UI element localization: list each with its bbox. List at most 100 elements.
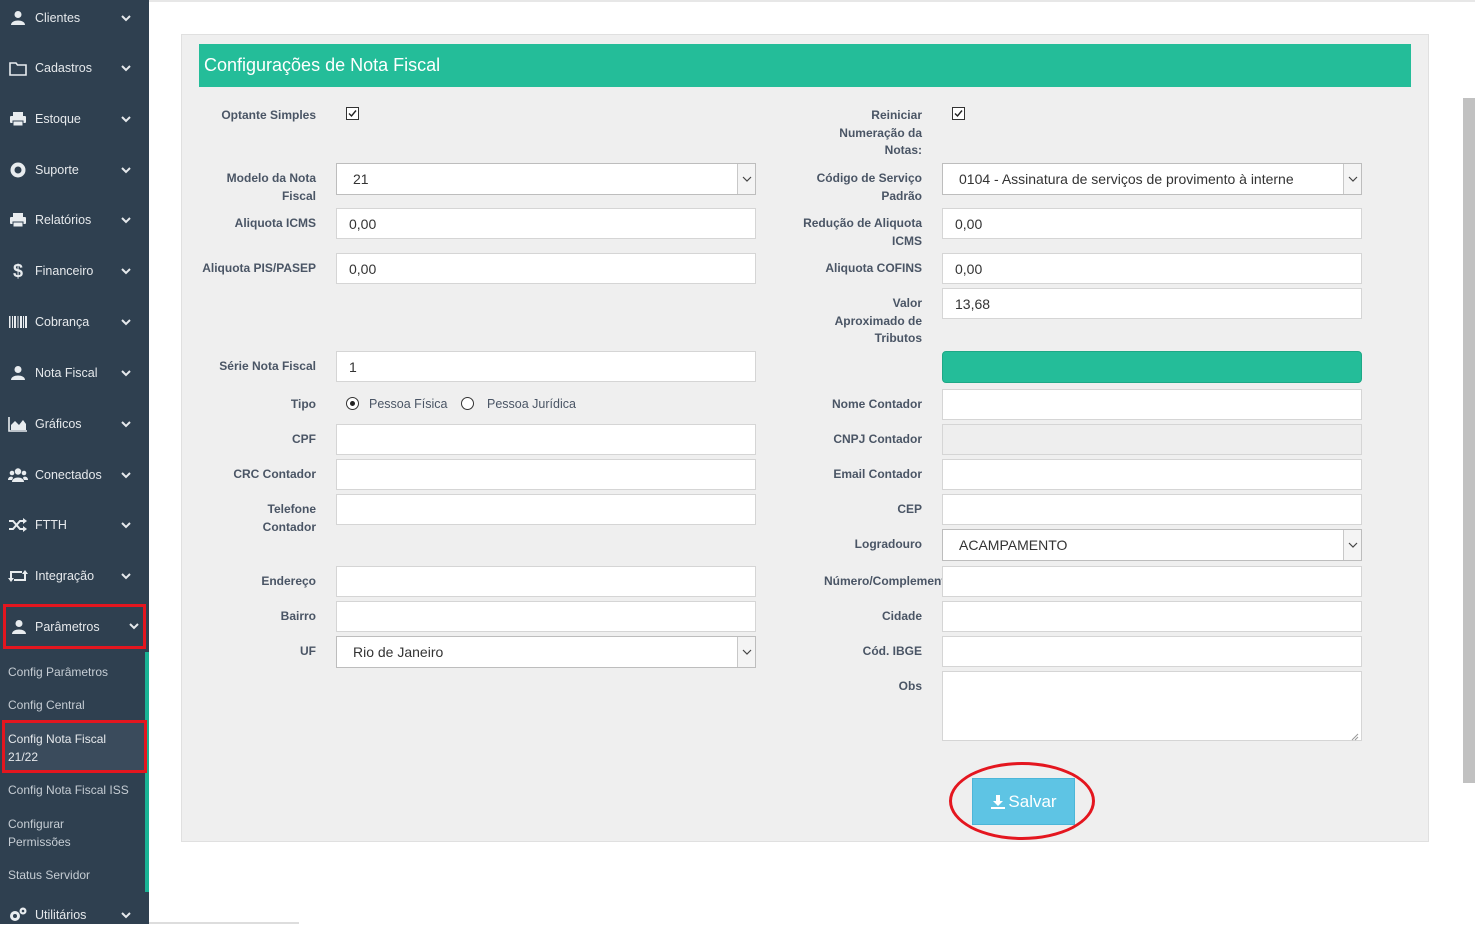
- sidebar-item-utilitarios[interactable]: Utilitários: [0, 890, 149, 940]
- submenu-item-config-parametros[interactable]: Config Parâmetros: [8, 663, 108, 681]
- cogs-icon: [8, 905, 28, 925]
- label-obs: Obs: [898, 679, 922, 693]
- chevron-down-icon: [120, 519, 132, 531]
- label-reiniciar-numeracao: Reiniciar Numeração da Notas:: [839, 108, 922, 157]
- reducao-icms-input[interactable]: 0,00: [942, 208, 1362, 239]
- chevron-down-icon: [120, 570, 132, 582]
- dollar-icon: $: [12, 260, 23, 281]
- label-aliquota-icms: Aliquota ICMS: [234, 216, 316, 230]
- optante-simples-checkbox[interactable]: [346, 107, 359, 120]
- codigo-servico-value: 0104 - Assinatura de serviços de provime…: [959, 171, 1294, 187]
- save-highlight-ring: [949, 762, 1095, 840]
- obs-textarea[interactable]: [942, 671, 1362, 741]
- cpf-input[interactable]: [336, 424, 756, 455]
- aliquota-icms-input[interactable]: 0,00: [336, 208, 756, 239]
- sidebar: Clientes Cadastros Estoque Suporte Relat…: [0, 0, 149, 924]
- resize-grip-icon[interactable]: [1351, 730, 1359, 741]
- user-icon: [8, 8, 28, 28]
- label-nome-contador: Nome Contador: [832, 397, 922, 411]
- sidebar-item-label: Clientes: [35, 11, 81, 25]
- top-divider: [149, 0, 1475, 2]
- accent-bar[interactable]: [942, 351, 1362, 383]
- barcode-icon: [8, 312, 28, 332]
- sidebar-item-label: Nota Fiscal: [35, 366, 98, 380]
- sidebar-item-relatorios[interactable]: Relatórios: [0, 195, 149, 245]
- cep-input[interactable]: [942, 494, 1362, 525]
- sidebar-item-label: Conectados: [35, 468, 102, 482]
- submenu-item-config-central[interactable]: Config Central: [8, 696, 85, 714]
- sidebar-item-conectados[interactable]: Conectados: [0, 450, 149, 500]
- tipo-pessoa-juridica-label: Pessoa Jurídica: [487, 397, 576, 411]
- sidebar-item-label: Integração: [35, 569, 95, 583]
- chevron-down-icon: [1343, 164, 1361, 194]
- uf-select[interactable]: Rio de Janeiro: [336, 636, 756, 668]
- label-optante-simples: Optante Simples: [221, 108, 316, 122]
- aliquota-cofins-input[interactable]: 0,00: [942, 253, 1362, 284]
- sidebar-item-integracao[interactable]: Integração: [0, 551, 149, 601]
- valor-tributos-input[interactable]: 13,68: [942, 288, 1362, 319]
- label-valor-tributos: Valor Aproximado de Tributos: [834, 296, 922, 345]
- chevron-down-icon: [120, 909, 132, 921]
- label-logradouro: Logradouro: [854, 537, 922, 551]
- sidebar-item-label: FTTH: [35, 518, 67, 532]
- submenu-item-config-nota-fiscal-21-22[interactable]: Config Nota Fiscal 21/22: [8, 730, 118, 766]
- label-serie: Série Nota Fiscal: [219, 359, 316, 373]
- users-icon: [8, 465, 28, 485]
- sidebar-item-suporte[interactable]: Suporte: [0, 145, 149, 195]
- submenu-item-status-servidor[interactable]: Status Servidor: [8, 866, 90, 884]
- cidade-input[interactable]: [942, 601, 1362, 632]
- submenu-item-configurar-permissoes[interactable]: Configurar Permissões: [8, 815, 98, 851]
- sidebar-item-parametros[interactable]: Parâmetros: [3, 604, 146, 649]
- aliquota-pis-input[interactable]: 0,00: [336, 253, 756, 284]
- label-tipo: Tipo: [290, 397, 316, 411]
- chevron-down-icon: [120, 164, 132, 176]
- sidebar-item-label: Cobrança: [35, 315, 90, 329]
- chevron-down-icon: [120, 418, 132, 430]
- tipo-pessoa-fisica-label: Pessoa Física: [369, 397, 448, 411]
- reiniciar-numeracao-checkbox[interactable]: [952, 107, 965, 120]
- sidebar-item-cadastros[interactable]: Cadastros: [0, 43, 149, 93]
- label-cnpj-contador: CNPJ Contador: [833, 432, 922, 446]
- sidebar-item-graficos[interactable]: Gráficos: [0, 399, 149, 449]
- sidebar-item-estoque[interactable]: Estoque: [0, 94, 149, 144]
- chevron-down-icon: [1343, 530, 1361, 560]
- chevron-down-icon: [120, 62, 132, 74]
- user-icon: [9, 617, 29, 637]
- chevron-down-icon: [737, 637, 755, 667]
- sidebar-item-ftth[interactable]: FTTH: [0, 500, 149, 550]
- submenu-item-config-nota-fiscal-iss[interactable]: Config Nota Fiscal ISS: [8, 781, 129, 799]
- sidebar-item-nota-fiscal[interactable]: Nota Fiscal: [0, 348, 149, 398]
- sidebar-item-label: Gráficos: [35, 417, 82, 431]
- chevron-down-icon: [120, 367, 132, 379]
- sidebar-item-clientes[interactable]: Clientes: [0, 0, 149, 43]
- sidebar-item-label: Utilitários: [35, 908, 87, 922]
- sidebar-item-financeiro[interactable]: $ Financeiro: [0, 246, 149, 296]
- chevron-down-icon: [737, 164, 755, 194]
- tipo-pessoa-fisica-radio[interactable]: [346, 397, 359, 410]
- crc-input[interactable]: [336, 459, 756, 490]
- chevron-down-icon: [120, 265, 132, 277]
- label-telefone: Telefone Contador: [262, 502, 316, 534]
- sidebar-item-cobranca[interactable]: Cobrança: [0, 297, 149, 347]
- numero-complemento-input[interactable]: [942, 566, 1362, 597]
- modelo-nota-value: 21: [353, 171, 369, 187]
- cod-ibge-input[interactable]: [942, 636, 1362, 667]
- chevron-down-icon: [120, 12, 132, 24]
- cnpj-contador-input[interactable]: [942, 424, 1362, 455]
- user-icon: [8, 363, 28, 383]
- label-cidade: Cidade: [881, 609, 922, 623]
- logradouro-select[interactable]: ACAMPAMENTO: [942, 529, 1362, 561]
- bairro-input[interactable]: [336, 601, 756, 632]
- codigo-servico-select[interactable]: 0104 - Assinatura de serviços de provime…: [942, 163, 1362, 195]
- label-reducao-icms: Redução de Aliquota ICMS: [803, 216, 922, 248]
- tipo-pessoa-juridica-radio[interactable]: [461, 397, 474, 410]
- endereco-input[interactable]: [336, 566, 756, 597]
- page-scrollbar[interactable]: [1463, 98, 1475, 783]
- telefone-input[interactable]: [336, 494, 756, 525]
- sidebar-item-label: Suporte: [35, 163, 79, 177]
- serie-input[interactable]: 1: [336, 351, 756, 382]
- nome-contador-input[interactable]: [942, 389, 1362, 420]
- modelo-nota-select[interactable]: 21: [336, 163, 756, 195]
- label-numero-complemento: Número/Complemento: [824, 574, 942, 588]
- email-contador-input[interactable]: [942, 459, 1362, 490]
